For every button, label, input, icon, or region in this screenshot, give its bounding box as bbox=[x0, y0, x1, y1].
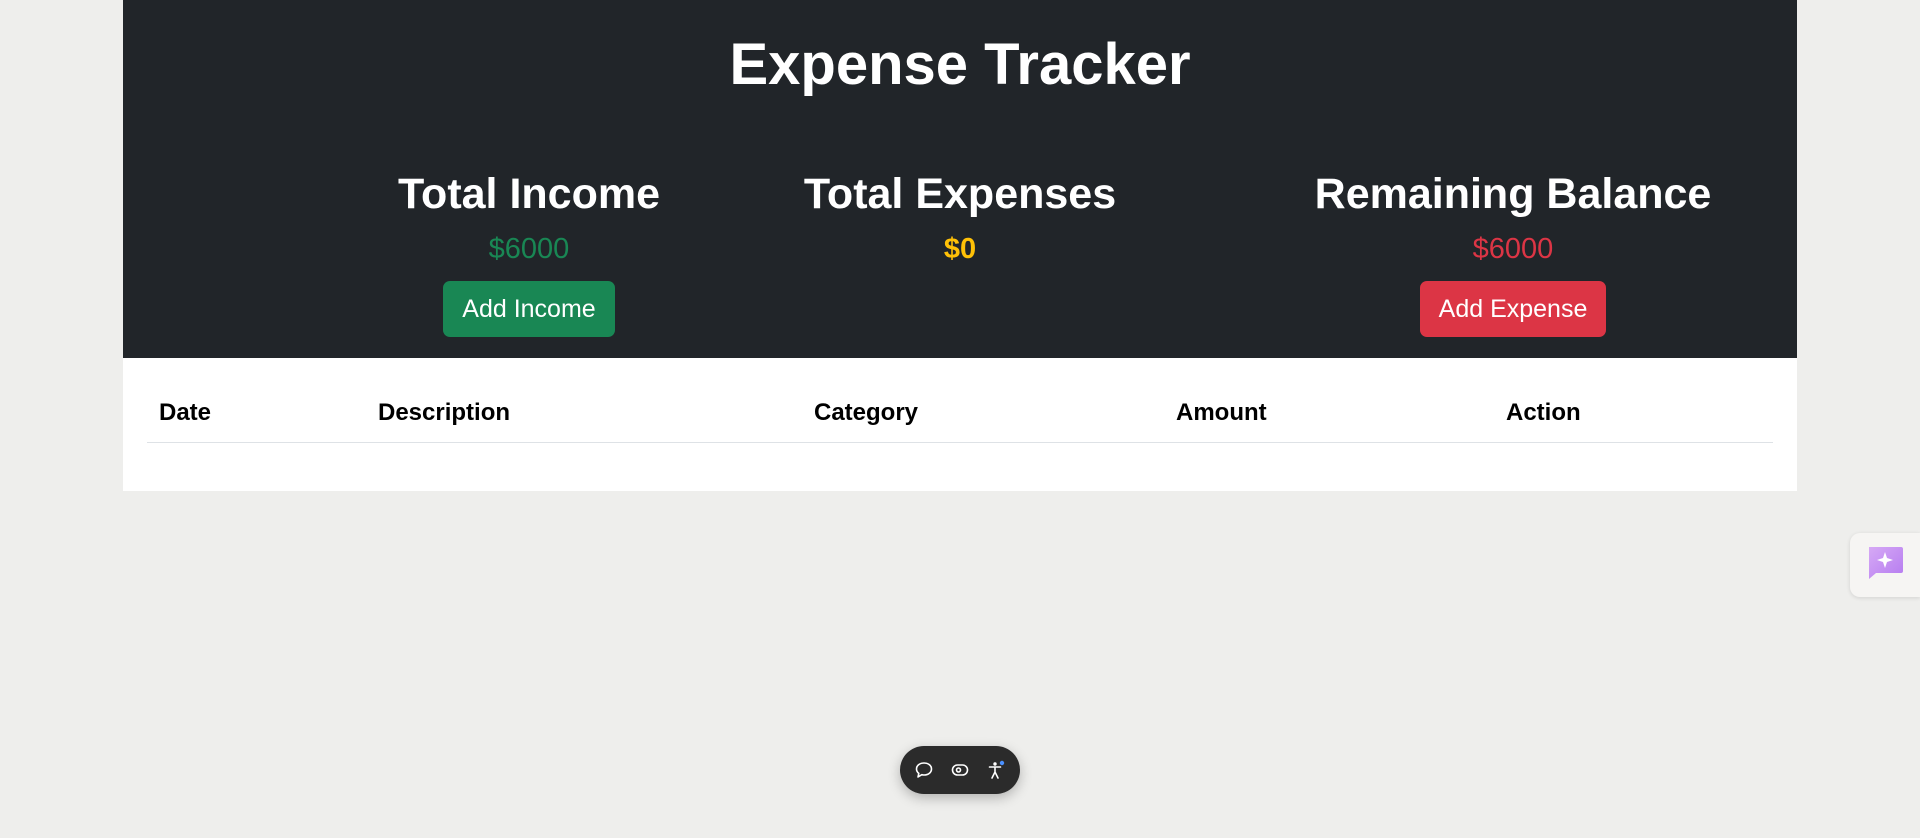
eye-icon[interactable] bbox=[949, 759, 971, 781]
expense-tracker-app: Expense Tracker Total Income $6000 Add I… bbox=[123, 0, 1797, 491]
table-header-row: Date Description Category Amount Action bbox=[147, 388, 1773, 443]
column-header-action: Action bbox=[1494, 388, 1773, 443]
transactions-panel: Date Description Category Amount Action bbox=[123, 358, 1797, 491]
accessibility-icon[interactable] bbox=[985, 759, 1007, 781]
add-expense-button[interactable]: Add Expense bbox=[1419, 281, 1607, 337]
app-title: Expense Tracker bbox=[729, 32, 1191, 97]
header: Expense Tracker Total Income $6000 Add I… bbox=[123, 0, 1797, 358]
income-summary: Total Income $6000 Add Income bbox=[309, 165, 749, 337]
expenses-summary: Total Expenses $0 bbox=[740, 165, 1180, 269]
floating-toolbar bbox=[900, 746, 1020, 794]
balance-label: Remaining Balance bbox=[1314, 170, 1712, 218]
expenses-value: $0 bbox=[943, 233, 977, 265]
sparkle-chat-icon bbox=[1866, 545, 1904, 586]
expenses-label: Total Expenses bbox=[803, 170, 1117, 218]
balance-value: $6000 bbox=[1472, 233, 1554, 265]
chat-bubble-icon[interactable] bbox=[913, 759, 935, 781]
add-income-button[interactable]: Add Income bbox=[443, 281, 615, 337]
ai-assistant-tab[interactable] bbox=[1850, 533, 1920, 597]
balance-summary: Remaining Balance $6000 Add Expense bbox=[1293, 165, 1733, 337]
transactions-table: Date Description Category Amount Action bbox=[147, 388, 1773, 443]
income-label: Total Income bbox=[397, 170, 660, 218]
income-value: $6000 bbox=[488, 233, 570, 265]
column-header-category: Category bbox=[802, 388, 1164, 443]
column-header-amount: Amount bbox=[1164, 388, 1494, 443]
column-header-date: Date bbox=[147, 388, 366, 443]
column-header-description: Description bbox=[366, 388, 802, 443]
